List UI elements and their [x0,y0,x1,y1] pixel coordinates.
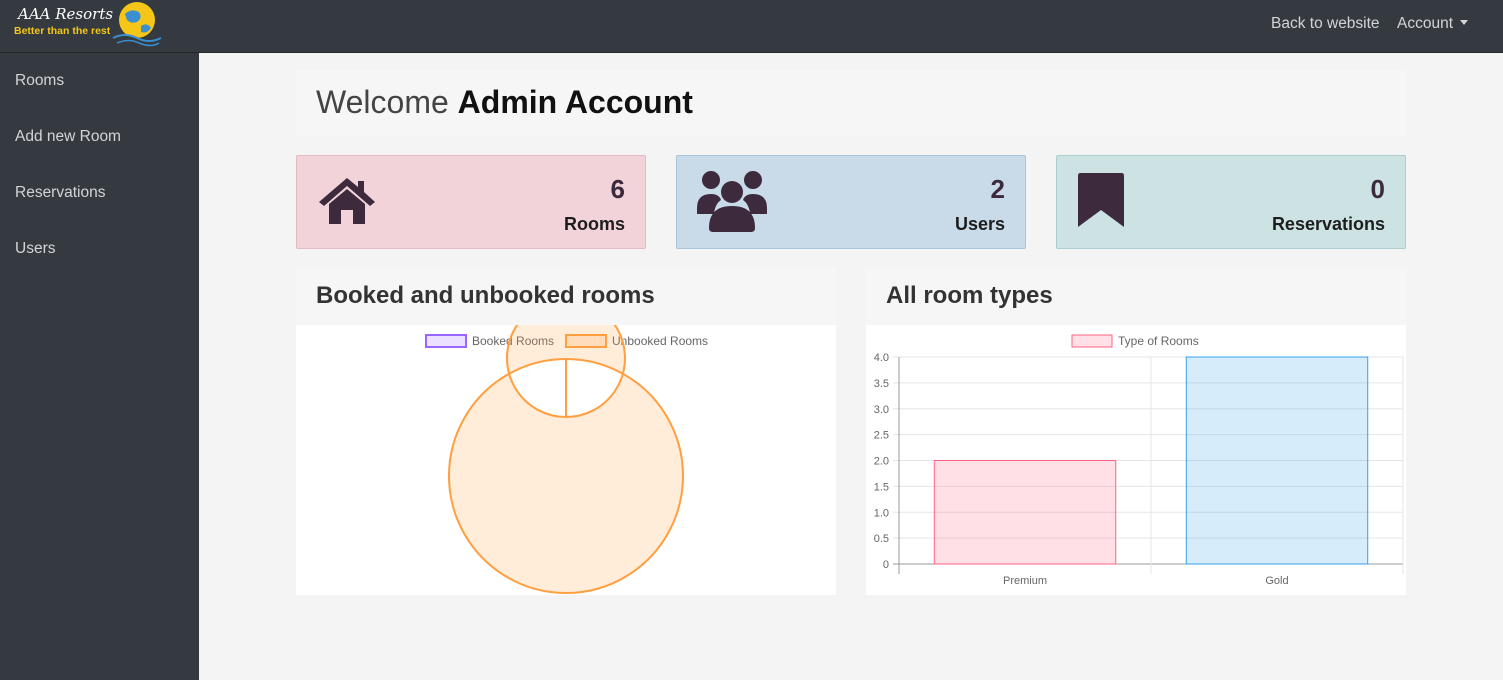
stat-card-users: 2 Users [676,155,1026,249]
y-tick-label: 3.5 [874,378,889,390]
sidebar-item-add-new-room[interactable]: Add new Room [15,128,121,146]
page-title: Welcome Admin Account [316,84,693,121]
booked-rooms-doughnut-chart: Booked RoomsUnbooked Rooms [425,325,708,594]
back-to-website-link[interactable]: Back to website [1271,15,1380,33]
users-icon [697,171,767,232]
room-types-title: All room types [886,282,1053,309]
y-tick-label: 4.0 [874,352,889,364]
bookmark-icon [1078,173,1124,227]
welcome-banner: Welcome Admin Account [296,70,1406,137]
booked-rooms-panel-header: Booked and unbooked rooms [296,268,836,325]
stat-card-reservations: 0 Reservations [1056,155,1406,249]
reservations-label: Reservations [1271,214,1385,234]
room-types-bar-chart: Type of Rooms 4.0 3.5 3.0 2.5 2.0 1.5 1.0 0.5 0 Pr… [874,334,1404,587]
globe-logo-icon [112,2,162,47]
room-types-panel-header: All room types [866,268,1406,325]
room-types-panel: All room types Type of Rooms 4.0 3.5 3.0 2.5… [866,268,1406,595]
stat-card-rooms: 6 Rooms [296,155,646,249]
legend-label-unbooked: Unbooked Rooms [612,334,708,348]
legend-swatch-type-of-rooms [1071,334,1113,348]
bar-gold [1185,356,1369,565]
booked-rooms-panel: Booked and unbooked rooms Booked RoomsUn… [296,268,836,595]
chevron-down-icon [1460,20,1469,25]
sidebar-item-rooms[interactable]: Rooms [15,72,64,90]
account-dropdown[interactable]: Account [1397,15,1469,33]
y-tick-label: 2.5 [874,430,889,442]
sidebar: Rooms Add new Room Reservations Users [0,53,199,680]
sidebar-item-users[interactable]: Users [15,240,55,258]
rooms-label: Rooms [563,214,625,234]
legend-label-type-of-rooms: Type of Rooms [1118,334,1199,348]
y-tick-label: 1.5 [874,481,889,493]
y-tick-label: 3.0 [874,404,889,416]
legend-swatch-booked [425,334,467,348]
account-dropdown-label: Account [1397,15,1454,32]
booked-rooms-title: Booked and unbooked rooms [316,282,655,309]
x-tick-label: Premium [1003,575,1047,587]
brand-tagline: Better than the rest [14,25,111,37]
welcome-prefix: Welcome [316,84,449,120]
top-navbar: AAA Resorts Better than the rest Back to… [0,0,1503,53]
bar-premium [933,460,1117,565]
brand-logo[interactable]: AAA Resorts Better than the rest [10,0,170,52]
brand-name: AAA Resorts [18,5,114,23]
welcome-user-name: Admin Account [457,84,693,120]
users-count: 2 [990,174,1005,204]
house-icon [319,178,375,224]
y-tick-label: 0 [883,559,889,571]
y-tick-label: 0.5 [874,533,889,545]
reservations-count: 0 [1370,174,1385,204]
y-tick-label: 1.0 [874,507,889,519]
x-tick-label: Gold [1265,575,1288,587]
users-label: Users [954,214,1005,234]
rooms-count: 6 [610,174,625,204]
y-tick-label: 2.0 [874,456,889,468]
sidebar-item-reservations[interactable]: Reservations [15,184,105,202]
